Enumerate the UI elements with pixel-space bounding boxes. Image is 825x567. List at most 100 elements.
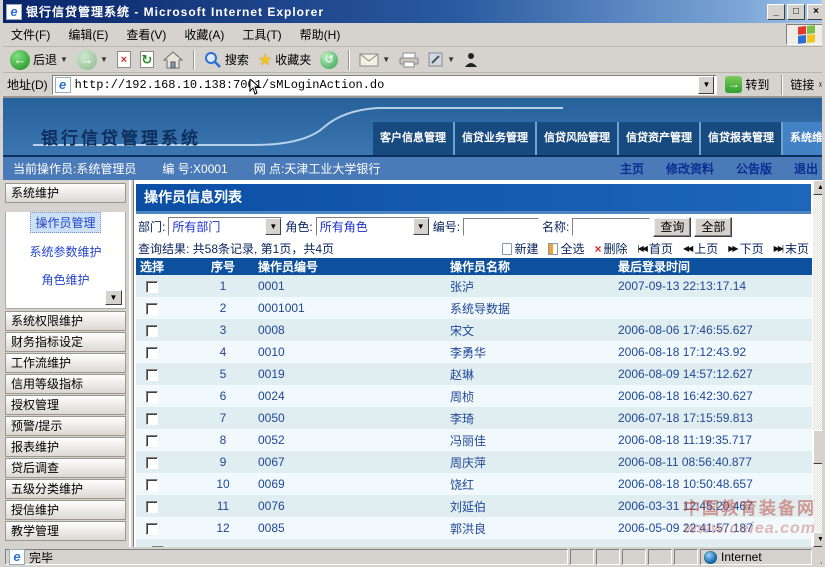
row-checkbox[interactable]	[146, 391, 158, 403]
row-checkbox[interactable]	[146, 457, 158, 469]
sidebar-item-operator-management[interactable]: 操作员管理	[6, 212, 125, 233]
tab-credit-asset[interactable]: 信贷资产管理	[619, 122, 701, 155]
current-operator: 当前操作员:系统管理员	[13, 160, 136, 177]
row-checkbox-cell	[136, 297, 192, 319]
forward-button[interactable]: → ▼	[74, 49, 111, 71]
address-url[interactable]: http://192.168.10.138:7001/sMLoginAction…	[75, 78, 385, 92]
row-checkbox[interactable]	[146, 281, 158, 293]
sidebar-section-credit-grade[interactable]: 信用等级指标	[5, 374, 126, 394]
select-all-button[interactable]: 全选	[548, 240, 584, 257]
home-link[interactable]: 主页	[620, 160, 644, 177]
edit-button[interactable]: ▼	[425, 51, 458, 69]
forward-icon: →	[77, 50, 97, 70]
sidebar-section-permissions[interactable]: 系统权限维护	[5, 311, 126, 331]
row-checkbox[interactable]	[146, 523, 158, 535]
chevron-down-icon[interactable]: ▼	[265, 218, 281, 235]
mail-dropdown-icon[interactable]: ▼	[382, 55, 390, 64]
all-button[interactable]: 全部	[694, 217, 732, 237]
row-checkbox[interactable]	[146, 435, 158, 447]
submenu-scroll-down-icon[interactable]: ▼	[105, 290, 122, 305]
edit-dropdown-icon[interactable]: ▼	[447, 55, 455, 64]
refresh-button[interactable]: ↻	[137, 50, 157, 69]
row-checkbox[interactable]	[146, 501, 158, 513]
bulletin-link[interactable]: 公告版	[736, 160, 772, 177]
sidebar-section-postloan[interactable]: 贷后调查	[5, 458, 126, 478]
history-button[interactable]: ↺	[317, 50, 341, 70]
menu-favorites[interactable]: 收藏(A)	[184, 26, 224, 43]
row-checkbox[interactable]	[146, 413, 158, 425]
row-checkbox[interactable]	[146, 347, 158, 359]
resize-grip[interactable]	[814, 550, 825, 564]
menu-file[interactable]: 文件(F)	[11, 26, 50, 43]
address-dropdown-icon[interactable]: ▼	[698, 76, 714, 94]
toolbar-separator	[193, 50, 194, 70]
sidebar-section-credit-line[interactable]: 授信维护	[5, 500, 126, 520]
sidebar-section-workflow[interactable]: 工作流维护	[5, 353, 126, 373]
tab-customer-info[interactable]: 客户信息管理	[373, 122, 455, 155]
menu-tools[interactable]: 工具(T)	[242, 26, 281, 43]
sidebar-section-system-maintenance[interactable]: 系统维护	[5, 183, 126, 203]
operator-table: 选择 序号 操作员编号 操作员名称 最后登录时间 10001张泸2007-09-…	[136, 258, 812, 539]
maximize-button[interactable]: □	[787, 4, 805, 20]
menu-view[interactable]: 查看(V)	[126, 26, 166, 43]
links-label[interactable]: 链接	[790, 76, 814, 93]
code-input[interactable]	[463, 218, 539, 236]
prev-page-button[interactable]: ◀◀ 上页	[683, 240, 718, 257]
edit-profile-link[interactable]: 修改资料	[666, 160, 714, 177]
address-input[interactable]: e http://192.168.10.138:7001/sMLoginActi…	[52, 75, 718, 95]
forward-dropdown-icon[interactable]: ▼	[100, 55, 108, 64]
sidebar-item-system-params[interactable]: 系统参数维护	[6, 242, 125, 261]
stop-button[interactable]: ×	[114, 50, 134, 69]
sidebar-section-report[interactable]: 报表维护	[5, 437, 126, 457]
row-checkbox[interactable]	[146, 369, 158, 381]
row-checkbox[interactable]	[146, 325, 158, 337]
row-checkbox[interactable]	[146, 479, 158, 491]
search-button[interactable]: 搜索	[201, 50, 252, 70]
sidebar-item-role-maintenance[interactable]: 角色维护	[6, 270, 125, 289]
sidebar-section-five-class[interactable]: 五级分类维护	[5, 479, 126, 499]
back-button[interactable]: ← 后退 ▼	[7, 49, 71, 71]
first-page-button[interactable]: |◀◀ 首页	[638, 240, 673, 257]
chevron-down-icon[interactable]: ▼	[413, 218, 429, 235]
vertical-scrollbar[interactable]: ▲ ▼	[813, 180, 825, 547]
home-button[interactable]	[160, 50, 186, 70]
delete-button[interactable]: × 删除	[595, 240, 628, 257]
links-chevron-icon[interactable]: »	[818, 79, 824, 90]
row-checkbox[interactable]	[146, 303, 158, 315]
internet-globe-icon	[704, 551, 717, 564]
tab-credit-report[interactable]: 信贷报表管理	[701, 122, 783, 155]
close-button[interactable]: ×	[807, 4, 825, 20]
new-button[interactable]: 新建	[502, 240, 538, 257]
tab-credit-risk[interactable]: 信贷风险管理	[537, 122, 619, 155]
scroll-up-icon[interactable]: ▲	[813, 180, 825, 195]
sidebar-section-authorization[interactable]: 授权管理	[5, 395, 126, 415]
search-button[interactable]: 查询	[653, 217, 691, 237]
menu-help[interactable]: 帮助(H)	[300, 26, 341, 43]
scroll-down-icon[interactable]: ▼	[813, 532, 825, 547]
scrollbar-thumb[interactable]	[813, 430, 825, 464]
minimize-button[interactable]: _	[767, 4, 785, 20]
tab-system-maintenance[interactable]: 系统维护	[783, 122, 825, 155]
menu-edit[interactable]: 编辑(E)	[68, 26, 108, 43]
sidebar-section-warning[interactable]: 预警/提示	[5, 416, 126, 436]
next-page-button[interactable]: ▶▶ 下页	[728, 240, 763, 257]
go-button[interactable]: → 转到	[721, 75, 773, 94]
tab-credit-business[interactable]: 信贷业务管理	[455, 122, 537, 155]
role-select[interactable]: 所有角色 ▼	[316, 217, 430, 236]
logout-link[interactable]: 退出	[794, 160, 818, 177]
favorites-button[interactable]: ★ 收藏夹	[255, 49, 314, 71]
name-input[interactable]	[572, 218, 650, 236]
windows-logo-icon	[786, 24, 825, 45]
sidebar-section-finance-index[interactable]: 财务指标设定	[5, 332, 126, 352]
result-bar: 查询结果: 共58条记录, 第1页，共4页 新建 全选 × 删除	[134, 239, 813, 258]
dept-select[interactable]: 所有部门 ▼	[168, 217, 282, 236]
sidebar-section-teaching[interactable]: 教学管理	[5, 521, 126, 541]
print-button[interactable]	[396, 51, 422, 69]
ie-page-icon: e	[55, 77, 71, 93]
mail-button[interactable]: ▼	[356, 52, 393, 68]
last-page-button[interactable]: ▶▶| 末页	[774, 240, 809, 257]
back-dropdown-icon[interactable]: ▼	[60, 55, 68, 64]
back-icon: ←	[10, 50, 30, 70]
col-select: 选择	[136, 258, 192, 275]
messenger-button[interactable]	[461, 51, 481, 69]
